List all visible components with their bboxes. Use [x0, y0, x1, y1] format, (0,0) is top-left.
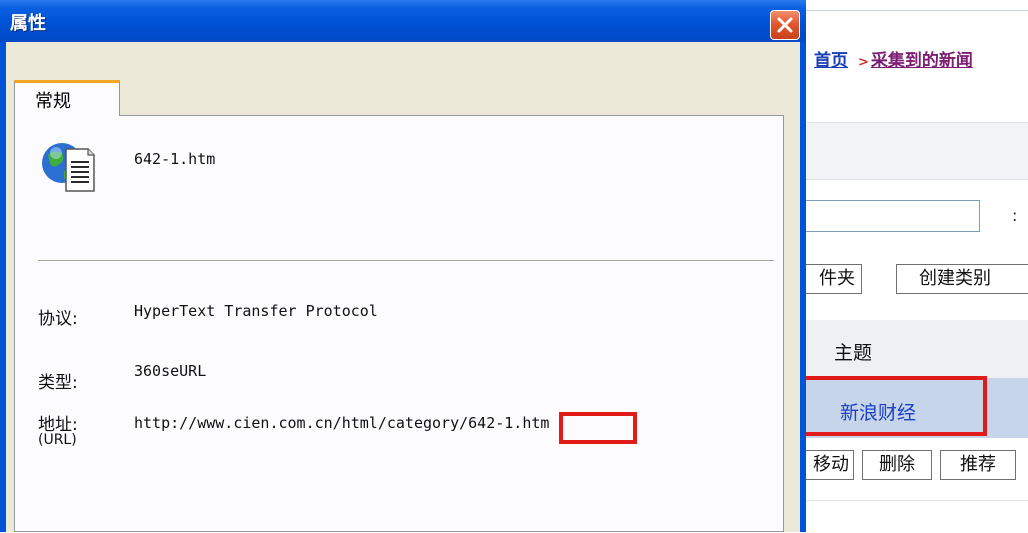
- background-web-page: 首页 > 采集到的新闻 : 件夹 创建类别 主题 新浪财经 移动 删除 推荐: [800, 0, 1028, 533]
- field-label-fragment: :: [1012, 206, 1018, 225]
- tab-general[interactable]: 常规: [14, 80, 120, 116]
- type-value: 360seURL: [134, 362, 207, 380]
- dialog-title: 属性: [10, 13, 46, 34]
- address-sublabel: (URL): [38, 432, 77, 448]
- delete-button[interactable]: 删除: [862, 450, 932, 480]
- file-name: 642-1.htm: [134, 150, 216, 168]
- web-document-icon: [38, 135, 98, 195]
- toolbar-strip: [800, 122, 1028, 180]
- tab-general-label: 常规: [35, 91, 71, 112]
- breadcrumb-current-link[interactable]: 采集到的新闻: [871, 51, 973, 71]
- breadcrumb-home-link[interactable]: 首页: [814, 51, 848, 71]
- tab-panel-general: [14, 115, 784, 532]
- page-bottom-area: [800, 500, 1028, 533]
- close-button[interactable]: [770, 10, 800, 40]
- create-category-button[interactable]: 创建类别: [896, 264, 1028, 294]
- recommend-button[interactable]: 推荐: [940, 450, 1016, 480]
- page-top-border: [800, 0, 1028, 11]
- type-label: 类型:: [38, 373, 78, 393]
- address-value[interactable]: http://www.cien.com.cn/html/category/642…: [134, 414, 549, 432]
- move-button[interactable]: 移动: [800, 450, 854, 480]
- folder-button[interactable]: 件夹: [800, 264, 862, 294]
- address-label-group: 地址: (URL): [38, 410, 78, 447]
- breadcrumb-separator: >: [858, 55, 869, 70]
- breadcrumb: 首页 > 采集到的新闻: [814, 46, 973, 71]
- subject-link[interactable]: 新浪财经: [840, 398, 916, 425]
- search-input[interactable]: [800, 200, 980, 232]
- protocol-value: HyperText Transfer Protocol: [134, 302, 378, 320]
- column-header-subject[interactable]: 主题: [834, 338, 872, 365]
- dialog-titlebar[interactable]: 属性: [0, 0, 806, 42]
- section-divider: [38, 260, 774, 262]
- properties-dialog: 属性 常规 642-1.htm 协议: HyperText Transfer P…: [0, 0, 806, 532]
- protocol-label: 协议:: [38, 309, 78, 329]
- close-icon: [777, 17, 793, 33]
